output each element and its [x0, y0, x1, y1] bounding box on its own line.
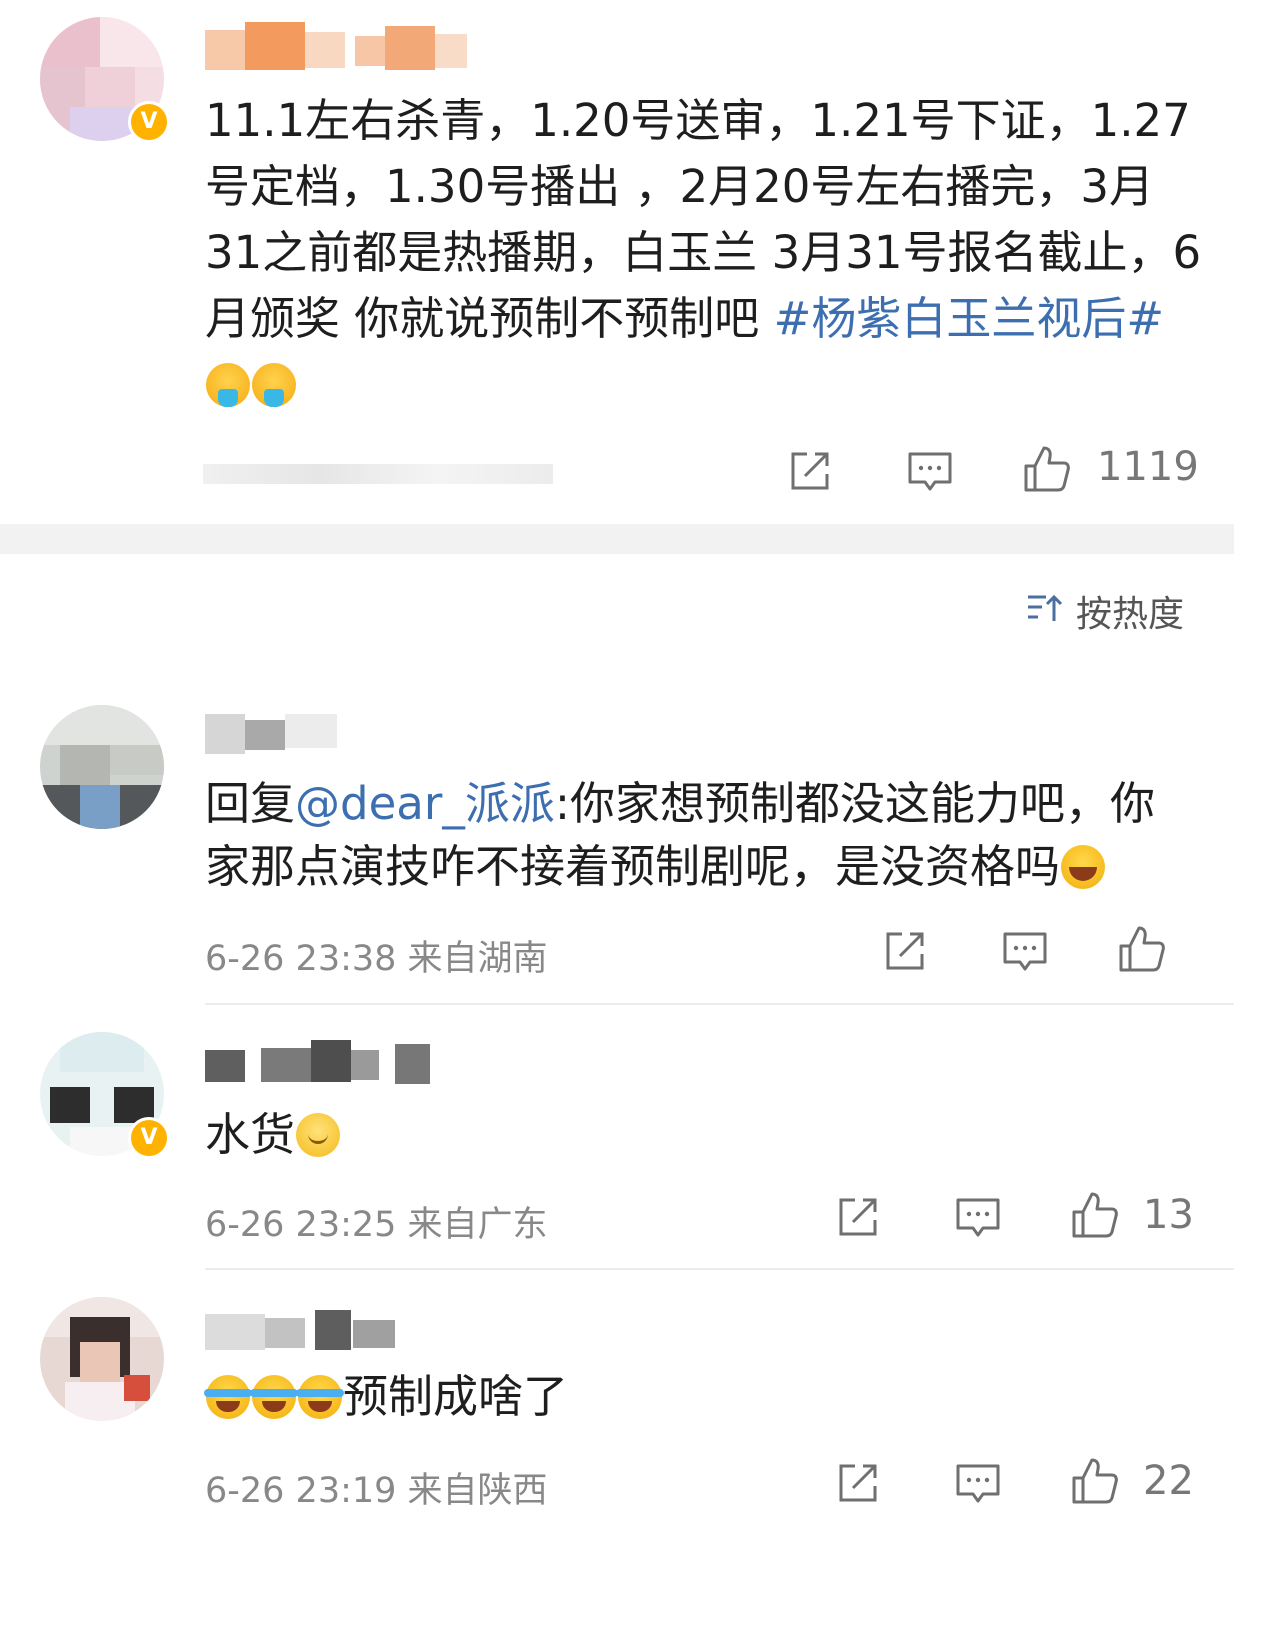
- share-icon: [839, 1198, 877, 1236]
- comment-reply-button[interactable]: [1000, 926, 1050, 976]
- topic-link[interactable]: #杨紫白玉兰视后#: [774, 292, 1164, 345]
- comment-text: 水货: [205, 1108, 296, 1161]
- comment-repost-button[interactable]: [833, 1458, 883, 1508]
- comment-like-button[interactable]: [1117, 924, 1167, 974]
- mention-link[interactable]: @dear_派派: [295, 777, 555, 830]
- comment-author-name[interactable]: [205, 1040, 430, 1084]
- thumbs-up-icon: [1072, 1192, 1118, 1238]
- comment-repost-button[interactable]: [880, 926, 930, 976]
- post-like-count: 1119: [1097, 444, 1199, 490]
- comment-author-name[interactable]: [205, 1308, 395, 1352]
- reply-prefix: 回复: [205, 777, 296, 830]
- thumbs-up-icon: [1119, 926, 1165, 972]
- comment-meta: 6-26 23:25 来自广东: [205, 1205, 548, 1245]
- comment-icon: [956, 1198, 1000, 1237]
- vomit-emoji-icon: [252, 363, 296, 407]
- comment-icon: [956, 1464, 1000, 1503]
- verified-badge-icon: V: [128, 1117, 170, 1159]
- share-icon: [791, 452, 829, 490]
- comment-avatar[interactable]: [40, 1297, 164, 1421]
- section-divider: [0, 524, 1234, 554]
- post-source-blurred: [203, 464, 553, 484]
- comment-meta: 6-26 23:38 来自湖南: [205, 939, 548, 979]
- smile-emoji-icon: [296, 1113, 341, 1157]
- post-repost-button[interactable]: [785, 446, 835, 496]
- comment-like-count: 22: [1143, 1458, 1194, 1504]
- comment-icon: [908, 452, 952, 491]
- comment-like-button[interactable]: [1070, 1456, 1120, 1506]
- post-comment-button[interactable]: [905, 446, 955, 496]
- cry-laugh-emoji-icon: [250, 1375, 298, 1419]
- comment-content: 预制成啥了: [204, 1365, 569, 1428]
- comment-like-button[interactable]: [1070, 1190, 1120, 1240]
- comment-text: 预制成啥了: [343, 1370, 569, 1423]
- comment-author-name[interactable]: [205, 714, 337, 754]
- sort-icon: [1028, 594, 1062, 621]
- comment-divider: [205, 1268, 1234, 1270]
- share-icon: [839, 1464, 877, 1502]
- comment-icon: [1003, 932, 1047, 971]
- laugh-emoji-icon: [1061, 845, 1106, 889]
- post-author-name[interactable]: [205, 22, 467, 74]
- thumbs-up-icon: [1072, 1458, 1118, 1504]
- post-content: 11.1左右杀青，1.20号送审，1.21号下证，1.27号定档，1.30号播出…: [205, 88, 1205, 418]
- cry-laugh-emoji-icon: [204, 1375, 252, 1419]
- post-like-button[interactable]: [1022, 444, 1072, 494]
- share-icon: [886, 932, 924, 970]
- comment-like-count: 13: [1143, 1192, 1194, 1238]
- comment-avatar[interactable]: [40, 705, 164, 829]
- comment-content: 回复@dear_派派:你家想预制都没这能力吧，你家那点演技咋不接着预制剧呢，是没…: [205, 772, 1195, 898]
- comment-reply-button[interactable]: [953, 1458, 1003, 1508]
- sort-label: 按热度: [1076, 594, 1185, 635]
- comment-meta: 6-26 23:19 来自陕西: [205, 1471, 548, 1511]
- verified-badge-icon: V: [128, 101, 170, 143]
- comment-divider: [205, 1003, 1234, 1005]
- vomit-emoji-icon: [206, 363, 250, 407]
- thumbs-up-icon: [1024, 446, 1070, 492]
- cry-laugh-emoji-icon: [296, 1375, 344, 1419]
- comment-reply-button[interactable]: [953, 1192, 1003, 1242]
- comment-repost-button[interactable]: [833, 1192, 883, 1242]
- comment-content: 水货: [205, 1103, 341, 1166]
